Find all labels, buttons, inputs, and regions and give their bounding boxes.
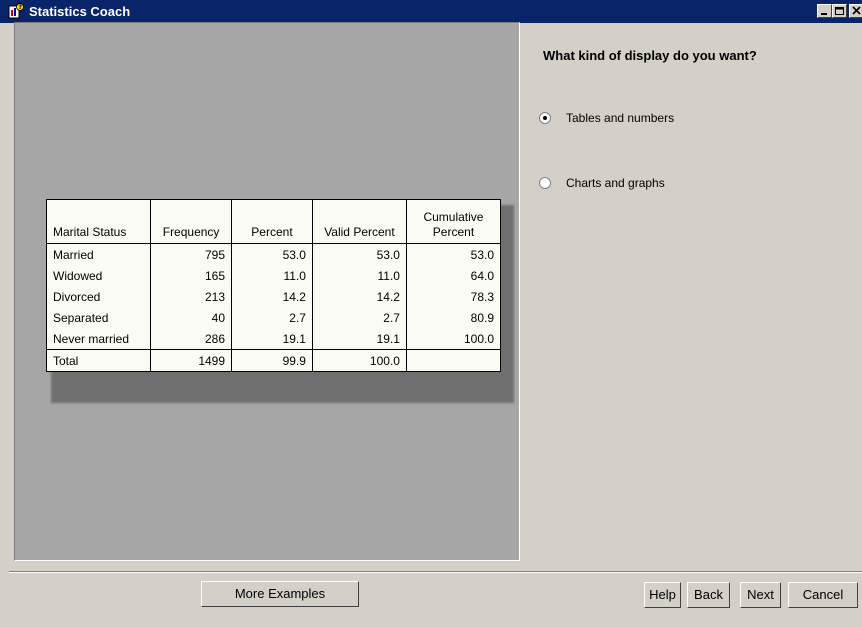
table-cell: 2.7 <box>311 307 407 328</box>
table-cell: 40 <box>150 307 233 328</box>
table-cell: Married <box>45 243 152 265</box>
help-button[interactable]: Help <box>644 582 681 608</box>
back-button[interactable]: Back <box>687 582 730 608</box>
table-row: Married 795 53.0 53.0 53.0 <box>45 243 502 265</box>
table-cell: 11.0 <box>231 265 313 286</box>
table-cell: 2.7 <box>231 307 313 328</box>
column-header: Percent <box>231 199 313 244</box>
table-cell: 100.0 <box>311 349 407 372</box>
column-header: Marital Status <box>45 199 152 244</box>
table-cell: Separated <box>45 307 152 328</box>
table-cell: 19.1 <box>311 328 407 350</box>
table-header-row: Marital Status Frequency Percent Valid P… <box>45 199 502 244</box>
table-cell: Widowed <box>45 265 152 286</box>
table-cell: 53.0 <box>405 243 502 265</box>
table-row: Widowed 165 11.0 11.0 64.0 <box>45 265 502 286</box>
column-header: Valid Percent <box>311 199 407 244</box>
table-cell: 165 <box>150 265 233 286</box>
minimize-button[interactable] <box>817 4 832 18</box>
table-cell: 53.0 <box>311 243 407 265</box>
close-button[interactable] <box>849 4 862 18</box>
radio-tables-and-numbers[interactable] <box>538 111 552 125</box>
table-cell: Total <box>45 349 152 372</box>
table-cell: Divorced <box>45 286 152 307</box>
next-button[interactable]: Next <box>740 582 781 608</box>
table-cell: 213 <box>150 286 233 307</box>
table-total-row: Total 1499 99.9 100.0 <box>45 349 502 372</box>
option-label[interactable]: Tables and numbers <box>566 111 674 125</box>
cancel-button[interactable]: Cancel <box>788 582 858 608</box>
question-text: What kind of display do you want? <box>543 48 757 63</box>
table-cell: 78.3 <box>405 286 502 307</box>
table-cell: 1499 <box>150 349 233 372</box>
table-cell: 64.0 <box>405 265 502 286</box>
table-cell: 11.0 <box>311 265 407 286</box>
svg-text:?: ? <box>19 4 23 11</box>
table-cell: 14.2 <box>311 286 407 307</box>
option-label[interactable]: Charts and graphs <box>566 176 665 190</box>
table-row: Separated 40 2.7 2.7 80.9 <box>45 307 502 328</box>
table-cell: 99.9 <box>231 349 313 372</box>
table-row: Divorced 213 14.2 14.2 78.3 <box>45 286 502 307</box>
table-row: Never married 286 19.1 19.1 100.0 <box>45 328 502 350</box>
frequency-table: Marital Status Frequency Percent Valid P… <box>45 199 502 372</box>
column-header: Cumulative Percent <box>405 199 502 244</box>
table-cell <box>405 349 502 372</box>
table-cell: 100.0 <box>405 328 502 350</box>
more-examples-button[interactable]: More Examples <box>201 581 359 607</box>
window-title: Statistics Coach <box>29 4 131 19</box>
radio-charts-and-graphs[interactable] <box>538 176 552 190</box>
table-cell: Never married <box>45 328 152 350</box>
table-cell: 795 <box>150 243 233 265</box>
statistics-coach-icon: ? <box>8 3 24 19</box>
table-cell: 286 <box>150 328 233 350</box>
divider <box>9 572 862 573</box>
table-cell: 80.9 <box>405 307 502 328</box>
table-cell: 14.2 <box>231 286 313 307</box>
table-cell: 53.0 <box>231 243 313 265</box>
table-cell: 19.1 <box>231 328 313 350</box>
maximize-button[interactable] <box>832 4 847 18</box>
title-bar: ? Statistics Coach <box>0 0 862 23</box>
column-header: Frequency <box>150 199 233 244</box>
